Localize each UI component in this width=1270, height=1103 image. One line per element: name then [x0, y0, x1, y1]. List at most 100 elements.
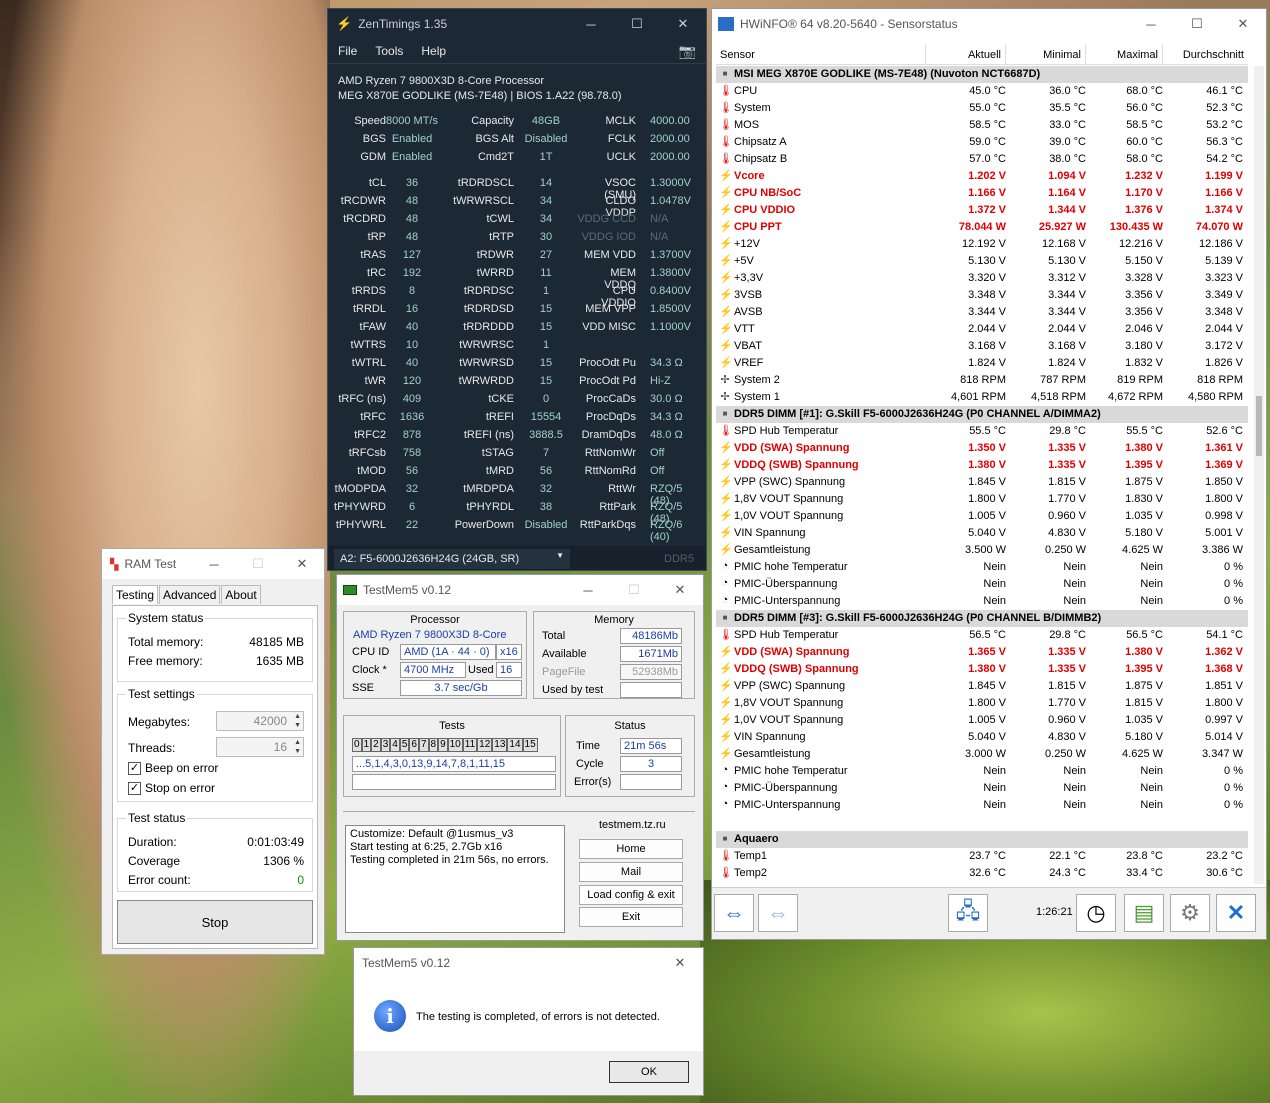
- megabytes-input[interactable]: 42000 ▲ ▼: [216, 711, 304, 731]
- ok-button[interactable]: OK: [609, 1061, 689, 1083]
- sensor-row[interactable]: ⚡ Gesamtleistung 3.000 W 0.250 W 4.625 W 3.34…: [716, 746, 1248, 763]
- close-icon[interactable]: ✕: [657, 948, 703, 978]
- col-max[interactable]: Maximal: [1086, 45, 1163, 65]
- camera-icon[interactable]: 📷: [679, 43, 696, 60]
- sensor-group-row[interactable]: ■ DDR5 DIMM [#3]: G.Skill F5-6000J2636H24…: [716, 610, 1248, 627]
- sensor-row[interactable]: ⚡ Gesamtleistung 3.500 W 0.250 W 4.625 W 3.38…: [716, 542, 1248, 559]
- maximize-icon[interactable]: ☐: [1174, 9, 1220, 39]
- website-link[interactable]: testmem.tz.ru: [599, 819, 666, 831]
- zentimings-titlebar[interactable]: ⚡ ZenTimings 1.35 ─ ☐ ✕: [328, 9, 706, 39]
- sensor-row[interactable]: ⚡ VDDQ (SWB) Spannung 1.380 V 1.335 V 1.395 …: [716, 661, 1248, 678]
- sensor-row[interactable]: ⚡ VIN Spannung 5.040 V 4.830 V 5.180 V 5.014 …: [716, 729, 1248, 746]
- sensor-row[interactable]: 🌡 SPD Hub Temperatur 55.5 °C 29.8 °C 55.5 °C…: [716, 423, 1248, 440]
- sensor-row[interactable]: 🌡 System 55.0 °C 35.5 °C 56.0 °C 52.3 °C: [716, 100, 1248, 117]
- report-icon[interactable]: ▤: [1124, 894, 1164, 932]
- scrollbar-thumb[interactable]: [1256, 396, 1262, 456]
- beep-on-error-checkbox[interactable]: ✓ Beep on error: [128, 761, 218, 775]
- minimize-icon[interactable]: ─: [568, 9, 614, 39]
- close-icon[interactable]: ✕: [660, 9, 706, 39]
- close-x-icon[interactable]: ✕: [1216, 894, 1256, 932]
- network-icon[interactable]: 🖧: [948, 894, 988, 932]
- settings-gear-icon[interactable]: ⚙: [1170, 894, 1210, 932]
- exit-button[interactable]: Exit: [579, 907, 683, 927]
- tab-testing[interactable]: Testing: [112, 585, 159, 604]
- menu-file[interactable]: File: [338, 44, 357, 58]
- sensor-row[interactable]: ⚡ AVSB 3.344 V 3.344 V 3.356 V 3.348 V: [716, 304, 1248, 321]
- testmem5-titlebar[interactable]: TestMem5 v0.12 ─ ☐ ✕: [337, 575, 703, 605]
- sensor-row[interactable]: 🌡 MOS 58.5 °C 33.0 °C 58.5 °C 53.2 °C: [716, 117, 1248, 134]
- dialog-titlebar[interactable]: TestMem5 v0.12 ✕: [354, 948, 703, 978]
- menu-tools[interactable]: Tools: [375, 44, 403, 58]
- sensor-row[interactable]: ⚡ VDD (SWA) Spannung 1.350 V 1.335 V 1.380 V…: [716, 440, 1248, 457]
- sensor-row[interactable]: 🌡 CPU 45.0 °C 36.0 °C 68.0 °C 46.1 °C: [716, 83, 1248, 100]
- col-current[interactable]: Aktuell: [926, 45, 1006, 65]
- close-icon[interactable]: ✕: [280, 549, 324, 579]
- sensor-row[interactable]: ◔ PMIC-Überspannung Nein Nein Nein 0 %: [716, 780, 1248, 797]
- nav-arrows-icon[interactable]: ⇔: [714, 894, 754, 932]
- sensor-row[interactable]: ⚡ 3VSB 3.348 V 3.344 V 3.356 V 3.349 V: [716, 287, 1248, 304]
- sensor-group-row[interactable]: ■ Aquaero: [716, 831, 1248, 848]
- threads-input[interactable]: 16 ▲ ▼: [216, 737, 304, 757]
- sensor-row[interactable]: 🌡 Chipsatz A 59.0 °C 39.0 °C 60.0 °C 56.3 °C: [716, 134, 1248, 151]
- sensor-row[interactable]: ◔ PMIC-Unterspannung Nein Nein Nein 0 %: [716, 797, 1248, 814]
- menu-help[interactable]: Help: [421, 44, 446, 58]
- sensor-row[interactable]: ⚡ VDDQ (SWB) Spannung 1.380 V 1.335 V 1.395 …: [716, 457, 1248, 474]
- sensor-row[interactable]: ⚡ +5V 5.130 V 5.130 V 5.150 V 5.139 V: [716, 253, 1248, 270]
- log-textbox[interactable]: Customize: Default @1usmus_v3 Start test…: [345, 825, 565, 933]
- sensor-row[interactable]: ⚡ 1,8V VOUT Spannung 1.800 V 1.770 V 1.830 V…: [716, 491, 1248, 508]
- tab-about[interactable]: About: [221, 585, 261, 604]
- sensor-scrollbar[interactable]: [1254, 66, 1264, 884]
- spinner-icon[interactable]: ▲ ▼: [294, 712, 301, 730]
- sensor-row[interactable]: ⚡ CPU VDDIO 1.372 V 1.344 V 1.376 V 1.374 V: [716, 202, 1248, 219]
- minimize-icon[interactable]: ─: [565, 575, 611, 605]
- minimize-icon[interactable]: ─: [192, 549, 236, 579]
- sensor-row[interactable]: ⚡ 1,0V VOUT Spannung 1.005 V 0.960 V 1.035 V…: [716, 712, 1248, 729]
- sensor-row[interactable]: ⚡ Vcore 1.202 V 1.094 V 1.232 V 1.199 V: [716, 168, 1248, 185]
- col-sensor[interactable]: Sensor: [716, 45, 926, 65]
- sensor-row[interactable]: ⚡ VREF 1.824 V 1.824 V 1.832 V 1.826 V: [716, 355, 1248, 372]
- sensor-group-row[interactable]: ■ MSI MEG X870E GODLIKE (MS-7E48) (Nuvoto…: [716, 66, 1248, 83]
- sensor-row[interactable]: ◔ PMIC-Überspannung Nein Nein Nein 0 %: [716, 576, 1248, 593]
- sensor-group-row[interactable]: ■ DDR5 DIMM [#1]: G.Skill F5-6000J2636H24…: [716, 406, 1248, 423]
- nav-arrows-alt-icon[interactable]: ⇔: [758, 894, 798, 932]
- close-icon[interactable]: ✕: [657, 575, 703, 605]
- dimm-select[interactable]: A2: F5-6000J2636H24G (24GB, SR) ▼: [334, 549, 570, 569]
- sensor-row[interactable]: ⚡ VBAT 3.168 V 3.168 V 3.180 V 3.172 V: [716, 338, 1248, 355]
- sensor-row[interactable]: ⚡ VPP (SWC) Spannung 1.845 V 1.815 V 1.875 V…: [716, 678, 1248, 695]
- col-average[interactable]: Durchschnitt: [1163, 45, 1248, 65]
- col-min[interactable]: Minimal: [1006, 45, 1086, 65]
- stop-button[interactable]: Stop: [117, 900, 313, 944]
- ramtest-titlebar[interactable]: ▚ RAM Test ─ ☐ ✕: [102, 549, 324, 579]
- sensor-row[interactable]: ✢ System 2 818 RPM 787 RPM 819 RPM 818 RPM: [716, 372, 1248, 389]
- sensor-row[interactable]: 🌡 Temp2 32.6 °C 24.3 °C 33.4 °C 30.6 °C: [716, 865, 1248, 882]
- sensor-row[interactable]: ⚡ CPU PPT 78.044 W 25.927 W 130.435 W 74.070 …: [716, 219, 1248, 236]
- sensor-row[interactable]: 🌡 Chipsatz B 57.0 °C 38.0 °C 58.0 °C 54.2 °C: [716, 151, 1248, 168]
- mail-button[interactable]: Mail: [579, 862, 683, 882]
- sensor-row[interactable]: ⚡ CPU NB/SoC 1.166 V 1.164 V 1.170 V 1.166 V: [716, 185, 1248, 202]
- sensor-row[interactable]: ⚡ VPP (SWC) Spannung 1.845 V 1.815 V 1.875 V…: [716, 474, 1248, 491]
- sensor-row[interactable]: ⚡ VIN Spannung 5.040 V 4.830 V 5.180 V 5.001 …: [716, 525, 1248, 542]
- sensor-row[interactable]: ⚡ +12V 12.192 V 12.168 V 12.216 V 12.186 V: [716, 236, 1248, 253]
- sensor-row[interactable]: ⚡ VDD (SWA) Spannung 1.365 V 1.335 V 1.380 V…: [716, 644, 1248, 661]
- sensor-row[interactable]: ⚡ 1,0V VOUT Spannung 1.005 V 0.960 V 1.035 V…: [716, 508, 1248, 525]
- stop-on-error-checkbox[interactable]: ✓ Stop on error: [128, 781, 215, 795]
- sensor-row[interactable]: ◔ PMIC hohe Temperatur Nein Nein Nein 0 %: [716, 559, 1248, 576]
- clock-icon[interactable]: ◷: [1076, 894, 1116, 932]
- sensor-row[interactable]: ⚡ VTT 2.044 V 2.044 V 2.046 V 2.044 V: [716, 321, 1248, 338]
- spinner-icon[interactable]: ▲ ▼: [294, 738, 301, 756]
- close-icon[interactable]: ✕: [1220, 9, 1266, 39]
- load-config-exit-button[interactable]: Load config & exit: [579, 885, 683, 905]
- sensor-row[interactable]: ◔ PMIC-Unterspannung Nein Nein Nein 0 %: [716, 593, 1248, 610]
- minimize-icon[interactable]: ─: [1128, 9, 1174, 39]
- sensor-row[interactable]: ⚡ +3,3V 3.320 V 3.312 V 3.328 V 3.323 V: [716, 270, 1248, 287]
- sensor-row[interactable]: ◔ PMIC hohe Temperatur Nein Nein Nein 0 %: [716, 763, 1248, 780]
- tab-advanced[interactable]: Advanced: [159, 585, 221, 604]
- sensor-row[interactable]: 🌡 SPD Hub Temperatur 56.5 °C 29.8 °C 56.5 °C…: [716, 627, 1248, 644]
- sensor-row[interactable]: ✢ System 1 4,601 RPM 4,518 RPM 4,672 RPM 4,58…: [716, 389, 1248, 406]
- hwinfo-titlebar[interactable]: HWiNFO® 64 v8.20-5640 - Sensorstatus ─ ☐…: [712, 9, 1266, 39]
- sensor-row[interactable]: 🌡 Temp1 23.7 °C 22.1 °C 23.8 °C 23.2 °C: [716, 848, 1248, 865]
- timing-label: tREFI: [485, 411, 514, 423]
- sensor-row[interactable]: ⚡ 1,8V VOUT Spannung 1.800 V 1.770 V 1.815 V…: [716, 695, 1248, 712]
- home-button[interactable]: Home: [579, 839, 683, 859]
- maximize-icon[interactable]: ☐: [614, 9, 660, 39]
